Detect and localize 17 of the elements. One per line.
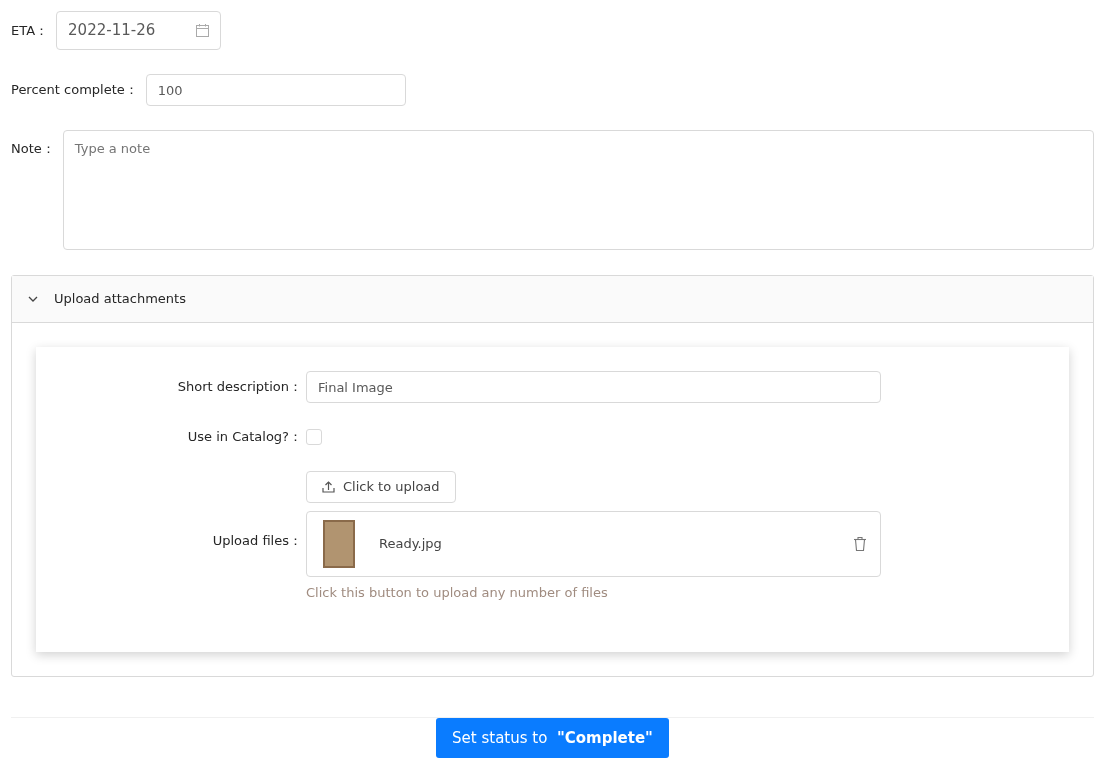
field-label: Upload files：: [211, 531, 303, 550]
text-field[interactable]: Final Image: [306, 371, 881, 403]
help-text: Click this button to upload any number of files: [306, 583, 609, 602]
panel-header[interactable]: Upload attachments: [12, 276, 1093, 323]
field-label: Short description：: [176, 378, 303, 397]
note-field[interactable]: Type a note: [62, 130, 1094, 250]
field-label: Percent complete：: [11, 81, 138, 100]
panel-title: Upload attachments: [54, 290, 186, 309]
number-field[interactable]: 100: [145, 74, 406, 106]
field-label: Note：: [11, 140, 55, 158]
field-label: ETA：: [11, 21, 49, 40]
upload-button[interactable]: Click to upload: [306, 470, 456, 503]
file-name[interactable]: Ready.jpg: [379, 533, 854, 554]
submit-button[interactable]: Set status to "Complete": [436, 718, 669, 758]
field-label: Use in Catalog?：: [186, 428, 303, 446]
date-value: 2022-11-26: [68, 20, 156, 42]
date-field[interactable]: 2022-11-26: [56, 11, 222, 50]
